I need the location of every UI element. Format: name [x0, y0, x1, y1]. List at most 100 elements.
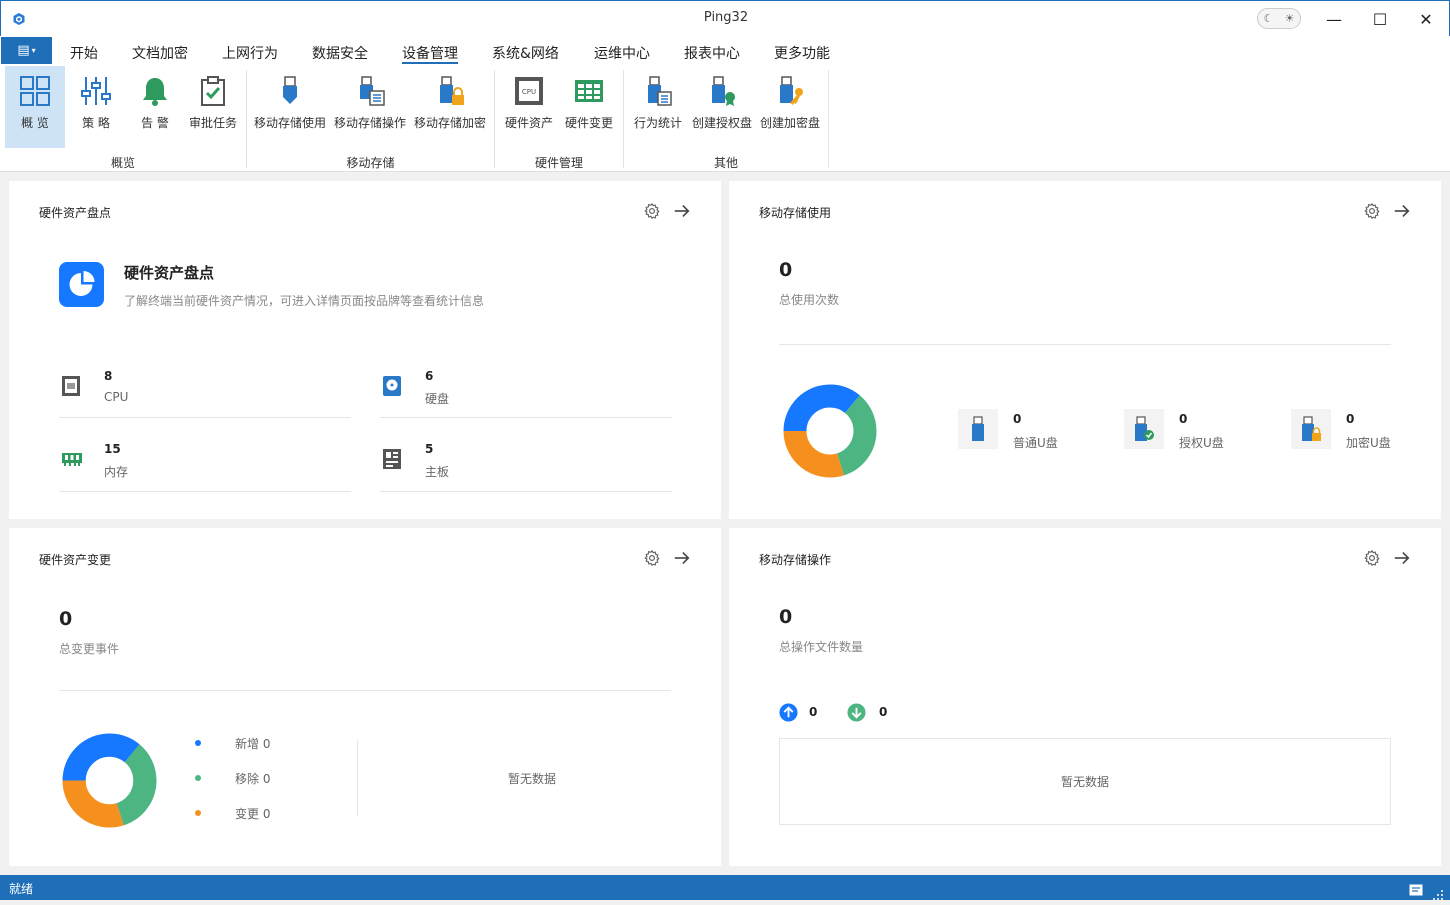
hero-title: 硬件资产盘点 — [124, 264, 215, 282]
divider — [357, 740, 358, 816]
close-button[interactable]: ✕ — [1403, 1, 1449, 37]
cpu-icon — [61, 375, 81, 401]
create-auth-disk-button[interactable]: 创建授权盘 — [690, 66, 754, 148]
gear-icon[interactable] — [642, 201, 662, 221]
usb-encrypt-button[interactable]: 移动存储加密 — [412, 66, 488, 148]
spreadsheet-icon — [572, 74, 606, 108]
upload-arrow-icon — [779, 703, 798, 726]
policy-button[interactable]: 策 略 — [70, 66, 122, 148]
hard-disk-icon — [382, 375, 402, 401]
ribbon-separator — [828, 70, 829, 168]
divider — [380, 417, 672, 418]
total-operation-count: 0 — [779, 606, 793, 628]
ribbon-group-hardware-label: 硬件管理 — [534, 156, 583, 170]
legend-removed: 移除 0 — [235, 772, 271, 786]
usb-drive-icon — [273, 74, 307, 108]
minimize-button[interactable]: — — [1311, 1, 1357, 37]
total-usage-label: 总使用次数 — [779, 293, 840, 307]
divider — [779, 344, 1391, 345]
tab-more-features[interactable]: 更多功能 — [774, 43, 830, 63]
gear-icon[interactable] — [1362, 548, 1382, 568]
legend-added: 新增 0 — [235, 737, 271, 751]
tab-data-security[interactable]: 数据安全 — [312, 43, 368, 63]
maximize-button[interactable]: ☐ — [1357, 1, 1403, 37]
gear-icon[interactable] — [642, 548, 662, 568]
total-usage-count: 0 — [779, 259, 793, 281]
hardware-asset-button[interactable]: CPU 硬件资产 — [500, 66, 558, 148]
alert-button[interactable]: 告 警 — [129, 66, 181, 148]
tab-doc-encrypt[interactable]: 文档加密 — [132, 43, 188, 63]
usb-usage-button[interactable]: 移动存储使用 — [252, 66, 328, 148]
disk-label: 硬盘 — [425, 392, 450, 406]
usb-stats-icon — [641, 74, 675, 108]
usb-usage-card: 移动存储使用 0 总使用次数 0 普通U盘 0 授权U盘 0 加密U盘 — [729, 181, 1441, 519]
encrypted-usb-label: 加密U盘 — [1346, 436, 1391, 450]
hardware-change-card: 硬件资产变更 0 总变更事件 新增 0 移除 0 变更 0 暂无数据 — [9, 528, 721, 866]
title-bar: Ping32 ☾ ☀ — ☐ ✕ — [0, 0, 1450, 36]
memory-icon — [61, 451, 83, 471]
usb-badge-icon — [705, 74, 739, 108]
total-change-label: 总变更事件 — [59, 642, 120, 656]
approval-task-button[interactable]: 审批任务 — [186, 66, 240, 148]
usb-drive-icon — [958, 409, 998, 449]
usb-lock-icon — [1291, 409, 1331, 449]
tab-device-management[interactable]: 设备管理 — [402, 43, 458, 63]
behavior-stats-button[interactable]: 行为统计 — [630, 66, 686, 148]
usb-operation-button[interactable]: 移动存储操作 — [332, 66, 408, 148]
moon-icon: ☾ — [1263, 12, 1274, 25]
motherboard-count: 5 — [425, 442, 434, 456]
alert-button-label: 告 警 — [141, 116, 169, 130]
tab-report-center[interactable]: 报表中心 — [684, 43, 740, 63]
divider — [59, 690, 671, 691]
card-title: 移动存储使用 — [759, 206, 832, 220]
gear-icon[interactable] — [1362, 201, 1382, 221]
usb-operation-button-label: 移动存储操作 — [333, 116, 406, 130]
ribbon-group-usb-label: 移动存储 — [346, 156, 395, 170]
auth-usb-label: 授权U盘 — [1179, 436, 1224, 450]
approval-task-button-label: 审批任务 — [188, 116, 237, 130]
bell-icon — [138, 74, 172, 108]
total-operation-label: 总操作文件数量 — [779, 640, 864, 654]
tab-web-behavior[interactable]: 上网行为 — [222, 43, 278, 63]
arrow-right-icon[interactable] — [1392, 548, 1412, 568]
file-menu-button[interactable]: ▤ ▾ — [1, 37, 52, 64]
notification-icon[interactable] — [1409, 881, 1423, 900]
tab-start[interactable]: 开始 — [70, 43, 98, 63]
divider — [59, 417, 351, 418]
sliders-icon — [79, 74, 113, 108]
hardware-change-donut-chart — [62, 733, 157, 828]
theme-toggle[interactable]: ☾ ☀ — [1257, 8, 1301, 29]
arrow-right-icon[interactable] — [672, 201, 692, 221]
hardware-change-button-label: 硬件变更 — [564, 116, 613, 130]
tab-system-network[interactable]: 系统&网络 — [492, 43, 559, 63]
card-title: 硬件资产盘点 — [39, 206, 112, 220]
create-encrypted-disk-button[interactable]: 创建加密盘 — [758, 66, 822, 148]
cpu-icon: CPU — [512, 74, 546, 108]
resize-grip-icon[interactable] — [1432, 886, 1444, 900]
grid-icon — [18, 74, 52, 108]
arrow-right-icon[interactable] — [1392, 201, 1412, 221]
hardware-change-button[interactable]: 硬件变更 — [560, 66, 618, 148]
usb-auth-icon — [1124, 409, 1164, 449]
cpu-label: CPU — [104, 390, 129, 404]
divider — [59, 491, 351, 492]
overview-button-label: 概 览 — [21, 116, 49, 130]
normal-usb-count: 0 — [1013, 412, 1022, 426]
clipboard-check-icon — [196, 74, 230, 108]
upload-count: 0 — [809, 705, 818, 719]
policy-button-label: 策 略 — [82, 116, 110, 130]
cpu-count: 8 — [104, 369, 113, 383]
legend-changed: 变更 0 — [235, 807, 271, 821]
create-encrypted-disk-button-label: 创建加密盘 — [759, 116, 820, 130]
download-count: 0 — [879, 705, 888, 719]
behavior-stats-button-label: 行为统计 — [633, 116, 682, 130]
arrow-right-icon[interactable] — [672, 548, 692, 568]
status-text: 就绪 — [9, 882, 34, 896]
overview-button[interactable]: 概 览 — [5, 66, 65, 148]
hardware-asset-button-label: 硬件资产 — [504, 116, 553, 130]
usb-usage-donut-chart — [783, 384, 877, 478]
tab-ops-center[interactable]: 运维中心 — [594, 43, 650, 63]
auth-usb-count: 0 — [1179, 412, 1188, 426]
normal-usb-label: 普通U盘 — [1013, 436, 1058, 450]
total-change-count: 0 — [59, 608, 73, 630]
